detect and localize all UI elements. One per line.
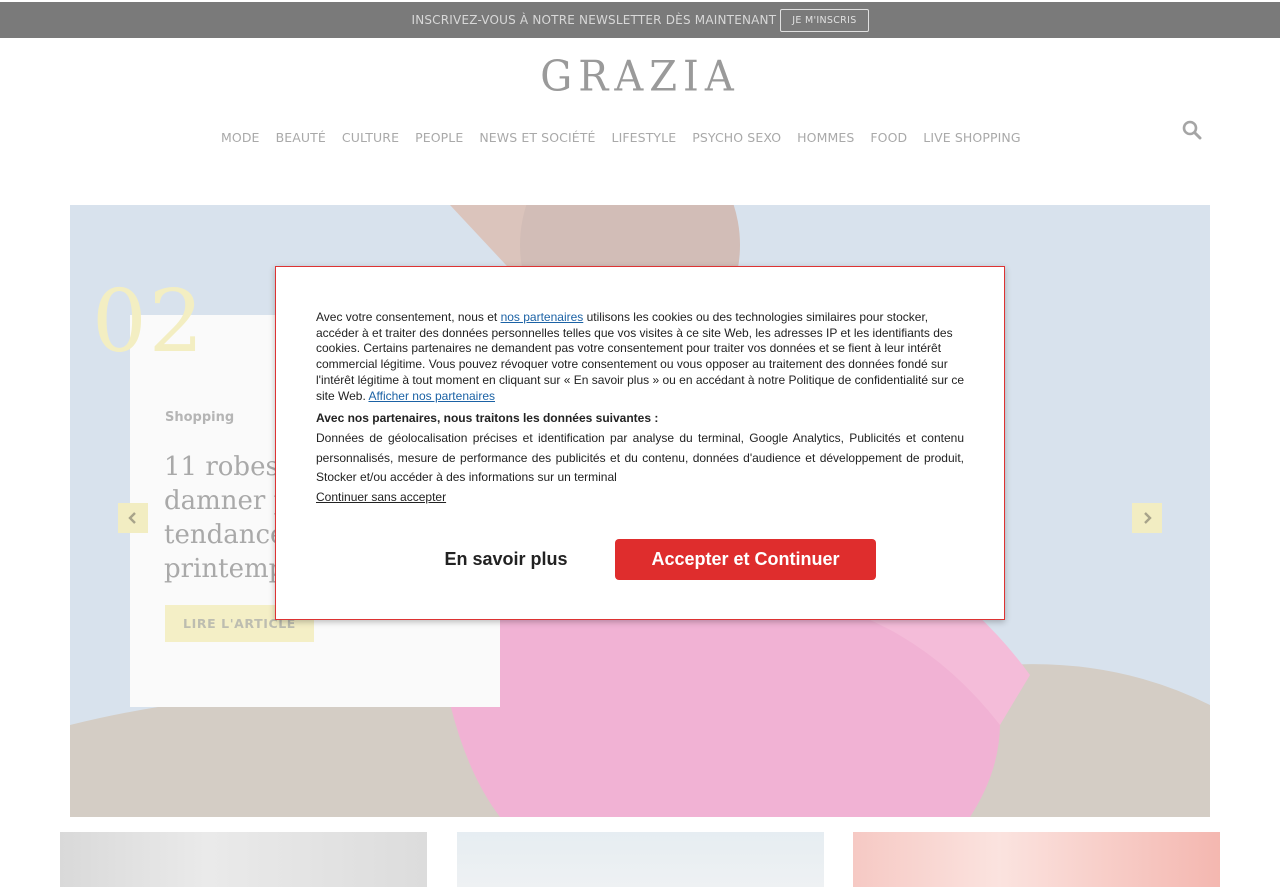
site-logo[interactable]: GRAZIA: [0, 53, 1280, 101]
show-partners-link[interactable]: Afficher nos partenaires: [368, 389, 495, 403]
carousel-prev-button[interactable]: [118, 503, 148, 533]
nav-item-culture[interactable]: CULTURE: [342, 130, 399, 145]
nav-item-lifestyle[interactable]: LIFESTYLE: [612, 130, 677, 145]
learn-more-button[interactable]: En savoir plus: [411, 539, 601, 580]
article-category[interactable]: Shopping: [165, 410, 234, 425]
continue-without-accepting-link[interactable]: Continuer sans accepter: [316, 490, 446, 504]
nav-item-live-shopping[interactable]: LIVE SHOPPING: [923, 130, 1020, 145]
cookie-data-heading: Avec nos partenaires, nous traitons les …: [316, 411, 659, 425]
newsletter-text: INSCRIVEZ-VOUS À NOTRE NEWSLETTER DÈS MA…: [411, 13, 777, 27]
main-nav: MODE BEAUTÉ CULTURE PEOPLE NEWS ET SOCIÉ…: [221, 130, 1021, 145]
newsletter-bar: INSCRIVEZ-VOUS À NOTRE NEWSLETTER DÈS MA…: [0, 2, 1280, 38]
cookie-consent-dialog: Avec votre consentement, nous et nos par…: [275, 266, 1005, 620]
article-thumbnail[interactable]: [60, 832, 427, 887]
newsletter-subscribe-button[interactable]: JE M'INSCRIS: [780, 8, 869, 32]
cookie-intro-prefix: Avec votre consentement, nous et: [316, 310, 501, 324]
search-icon[interactable]: [1182, 120, 1202, 140]
nav-item-people[interactable]: PEOPLE: [415, 130, 463, 145]
cookie-intro: Avec votre consentement, nous et nos par…: [316, 310, 964, 404]
nav-item-news-et-societe[interactable]: NEWS ET SOCIÉTÉ: [479, 130, 595, 145]
nav-item-mode[interactable]: MODE: [221, 130, 260, 145]
chevron-right-icon: [1144, 512, 1152, 524]
chevron-left-icon: [128, 512, 136, 524]
accept-and-continue-button[interactable]: Accepter et Continuer: [615, 539, 876, 580]
nav-item-hommes[interactable]: HOMMES: [797, 130, 854, 145]
carousel-next-button[interactable]: [1132, 503, 1162, 533]
partners-link[interactable]: nos partenaires: [501, 310, 584, 324]
article-thumbnail[interactable]: [457, 832, 824, 887]
nav-item-beaute[interactable]: BEAUTÉ: [276, 130, 326, 145]
slide-number: 02: [92, 272, 206, 372]
article-thumbnail[interactable]: [853, 832, 1220, 887]
nav-item-food[interactable]: FOOD: [870, 130, 907, 145]
cookie-data-list: Données de géolocalisation précises et i…: [316, 431, 964, 484]
nav-item-psycho-sexo[interactable]: PSYCHO SEXO: [692, 130, 781, 145]
